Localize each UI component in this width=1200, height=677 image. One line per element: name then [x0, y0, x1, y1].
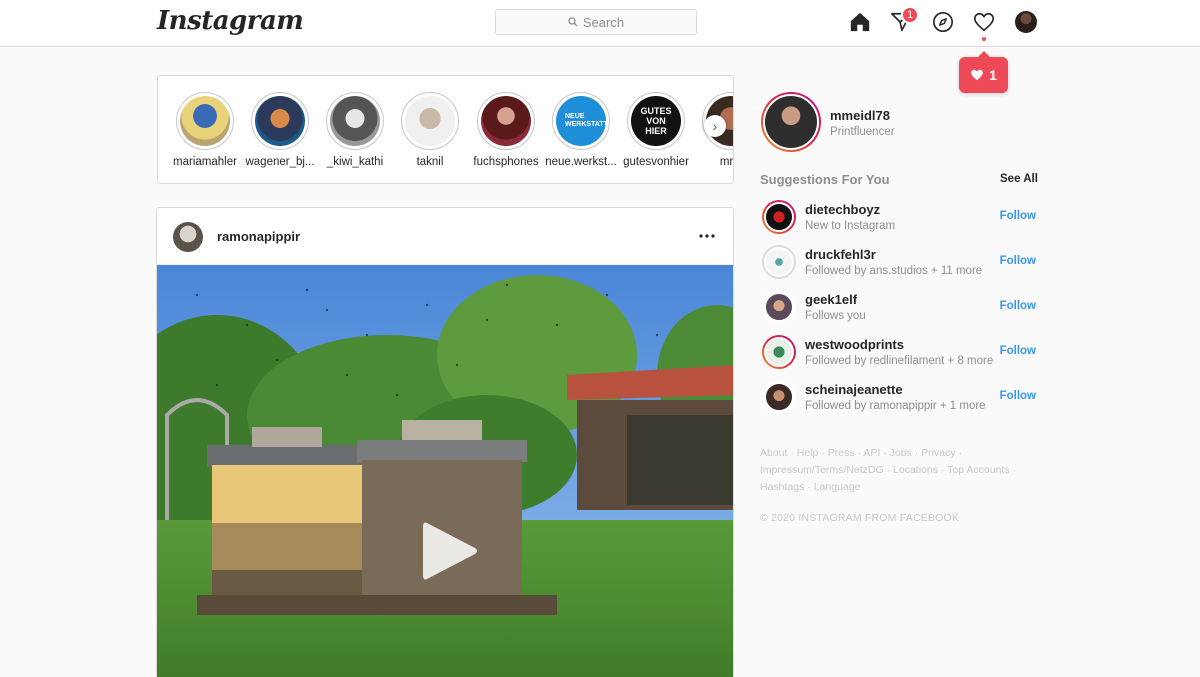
- suggestion-item: dietechboyz New to Instagram Follow: [760, 198, 1036, 238]
- heart-filled-icon: [971, 69, 983, 81]
- footer-link[interactable]: Language: [814, 481, 861, 493]
- suggestion-item: scheinajeanette Followed by ramonapippir…: [760, 378, 1036, 418]
- more-options-icon[interactable]: [697, 226, 717, 246]
- suggestion-subtitle: Followed by ramonapippir + 1 more: [805, 400, 986, 412]
- suggestion-item: westwoodprints Followed by redlinefilame…: [760, 333, 1036, 373]
- top-navigation: Instagram Search 1: [0, 0, 1200, 47]
- profile-avatar-icon[interactable]: [1015, 11, 1037, 33]
- current-user-avatar[interactable]: [761, 92, 821, 152]
- post-author-avatar[interactable]: [173, 222, 203, 252]
- story-avatar: [255, 96, 305, 146]
- follow-button[interactable]: Follow: [1000, 300, 1036, 312]
- suggestion-username[interactable]: geek1elf: [805, 292, 857, 307]
- gutes-von-hier-logo: GUTES VON HIER: [631, 96, 681, 146]
- footer-link[interactable]: About: [760, 447, 787, 459]
- suggestion-username[interactable]: druckfehl3r: [805, 247, 876, 262]
- footer-link[interactable]: Jobs: [890, 447, 912, 459]
- footer-separator: ·: [880, 447, 890, 459]
- story-avatar: [405, 96, 455, 146]
- footer-separator: ·: [955, 447, 963, 459]
- story-avatar: [481, 96, 531, 146]
- suggestion-avatar[interactable]: [762, 200, 796, 234]
- footer-separator: ·: [787, 447, 797, 459]
- suggestion-avatar[interactable]: [762, 290, 796, 324]
- notification-dot: [982, 37, 986, 41]
- instagram-logo[interactable]: Instagram: [157, 6, 304, 36]
- follow-button[interactable]: Follow: [1000, 210, 1036, 222]
- heart-icon[interactable]: [972, 10, 996, 34]
- explore-icon[interactable]: [931, 10, 955, 34]
- notification-popup[interactable]: 1: [959, 51, 1008, 93]
- post-header: ramonapippir: [157, 208, 733, 265]
- follow-button[interactable]: Follow: [1000, 390, 1036, 402]
- story-username: gutesvonhier: [623, 156, 689, 168]
- post-video[interactable]: [157, 265, 733, 677]
- footer-link[interactable]: Hashtags: [760, 481, 804, 493]
- see-all-link[interactable]: See All: [1000, 173, 1038, 185]
- story-item[interactable]: taknil: [390, 92, 470, 168]
- activity-badge: 1: [901, 6, 919, 24]
- story-username: _kiwi_kathi: [326, 156, 384, 168]
- suggestion-subtitle: Followed by redlinefilament + 8 more: [805, 355, 994, 367]
- story-item[interactable]: wagener_bj...: [240, 92, 320, 168]
- story-username: mariamahler: [173, 156, 237, 168]
- story-username: neue.werkst...: [545, 156, 617, 168]
- suggestion-subtitle: Follows you: [805, 310, 866, 322]
- story-item[interactable]: _kiwi_kathi: [315, 92, 395, 168]
- suggestion-avatar[interactable]: [762, 245, 796, 279]
- suggestion-avatar[interactable]: [762, 380, 796, 414]
- current-user-subtitle: Printfluencer: [830, 126, 895, 138]
- suggestion-avatar[interactable]: [762, 335, 796, 369]
- footer-link[interactable]: Help: [797, 447, 819, 459]
- footer-link[interactable]: Press: [828, 447, 855, 459]
- story-username: wagener_bj...: [245, 156, 315, 168]
- play-icon[interactable]: [419, 519, 479, 583]
- story-item[interactable]: GUTES VON HIER gutesvonhier: [616, 92, 696, 168]
- suggestion-username[interactable]: scheinajeanette: [805, 382, 903, 397]
- post-author-username[interactable]: ramonapippir: [217, 229, 300, 244]
- footer-links: About · Help · Press · API · Jobs · Priv…: [760, 445, 1030, 496]
- current-user-username[interactable]: mmeidl78: [830, 108, 890, 123]
- suggestion-item: druckfehl3r Followed by ans.studios + 11…: [760, 243, 1036, 283]
- story-avatar: [180, 96, 230, 146]
- footer-separator: ·: [937, 464, 948, 476]
- story-item[interactable]: fuchsphones: [466, 92, 546, 168]
- footer-link[interactable]: API: [863, 447, 880, 459]
- stories-tray: mariamahler wagener_bj... _kiwi_kathi ta…: [157, 75, 734, 184]
- footer-separator: ·: [818, 447, 828, 459]
- suggestions-title: Suggestions For You: [760, 172, 890, 187]
- story-avatar: [330, 96, 380, 146]
- story-item[interactable]: mariamahler: [165, 92, 245, 168]
- suggestion-subtitle: Followed by ans.studios + 11 more: [805, 265, 983, 277]
- home-icon[interactable]: [848, 10, 872, 34]
- suggestion-subtitle: New to Instagram: [805, 220, 896, 232]
- footer-separator: ·: [804, 481, 814, 493]
- story-username: fuchsphones: [473, 156, 539, 168]
- story-item[interactable]: NEUE WERKSTATT neue.werkst...: [541, 92, 621, 168]
- copyright: © 2020 INSTAGRAM FROM FACEBOOK: [760, 512, 960, 524]
- footer-link[interactable]: Locations: [893, 464, 938, 476]
- search-placeholder: Search: [582, 14, 625, 30]
- follow-button[interactable]: Follow: [1000, 255, 1036, 267]
- footer-link[interactable]: Privacy: [921, 447, 955, 459]
- footer-link[interactable]: Impressum/Terms/NetzDG: [760, 464, 884, 476]
- notification-count: 1: [989, 67, 997, 83]
- suggestion-item: geek1elf Follows you Follow: [760, 288, 1036, 328]
- footer-link[interactable]: Top Accounts: [947, 464, 1009, 476]
- suggestion-username[interactable]: dietechboyz: [805, 202, 880, 217]
- search-input[interactable]: Search: [495, 9, 697, 35]
- footer-separator: ·: [883, 464, 894, 476]
- search-icon: [568, 17, 578, 27]
- chevron-right-icon: ›: [712, 118, 718, 134]
- neue-werkstatt-logo: NEUE WERKSTATT: [556, 96, 608, 146]
- story-username: mr.p: [719, 156, 733, 168]
- story-username: taknil: [416, 156, 444, 168]
- follow-button[interactable]: Follow: [1000, 345, 1036, 357]
- suggestion-username[interactable]: westwoodprints: [805, 337, 904, 352]
- footer-separator: ·: [1009, 464, 1017, 476]
- stories-next-button[interactable]: ›: [704, 115, 726, 137]
- footer-separator: ·: [911, 447, 922, 459]
- feed-post: ramonapippir: [156, 207, 734, 677]
